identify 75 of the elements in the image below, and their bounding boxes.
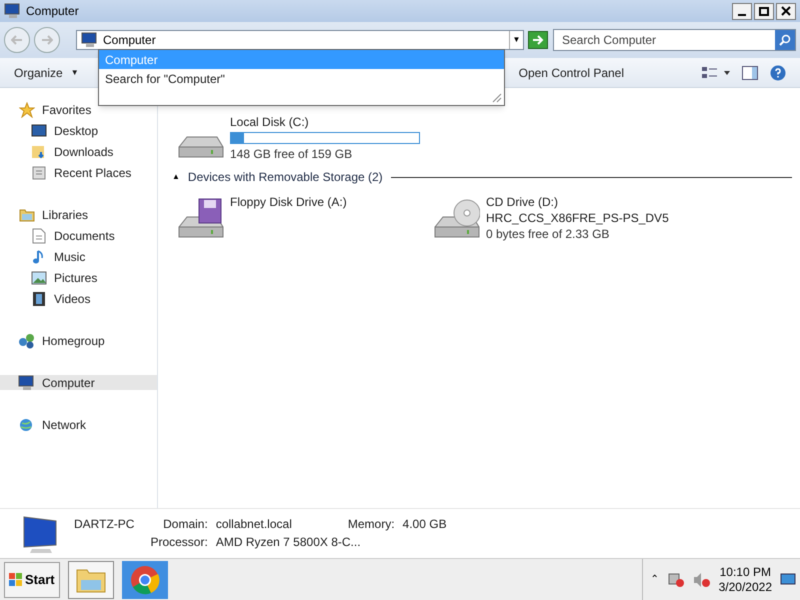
preview-pane-icon[interactable] (742, 66, 758, 80)
control-panel-button[interactable]: Open Control Panel (518, 64, 624, 82)
sidebar-item[interactable]: Documents (0, 228, 157, 243)
drive-label: HRC_CCS_X86FRE_PS-PS_DV5 (486, 210, 669, 226)
field-value: collabnet.local (216, 516, 293, 533)
close-button[interactable] (776, 2, 796, 20)
field-label: Domain: (162, 516, 208, 533)
cd-drive-icon (434, 199, 480, 238)
restore-icon (759, 6, 769, 16)
window-title: Computer (26, 3, 79, 20)
restore-button[interactable] (754, 2, 774, 20)
clock[interactable]: 10:10 PM 3/20/2022 (718, 564, 772, 594)
hard-drive-icon (178, 136, 224, 158)
sidebar-item[interactable]: Downloads (0, 144, 157, 159)
collapse-toggle[interactable]: ▲ (172, 171, 180, 183)
computer-icon (81, 32, 99, 48)
tray-toggle[interactable]: ⌃ (650, 572, 659, 587)
address-field[interactable]: Computer ▼ (76, 30, 524, 50)
search-icon[interactable] (775, 30, 795, 50)
organize-button[interactable]: Organize ▼ (14, 64, 79, 82)
music-note-icon (32, 248, 46, 264)
speaker-muted-icon[interactable] (692, 572, 711, 588)
recent-places-icon (31, 164, 47, 180)
free-space-text: 148 GB free of 159 GB (230, 146, 354, 162)
forward-arrow-icon (41, 35, 53, 45)
minimize-button[interactable] (732, 2, 752, 20)
computer-icon (4, 3, 22, 19)
sidebar-item[interactable]: Homegroup (0, 333, 157, 348)
suggestion-item[interactable]: Search for "Computer" (99, 69, 504, 88)
field-value: 4.00 GB (402, 516, 447, 533)
field-label: Processor: (150, 534, 208, 551)
taskbar-button[interactable] (122, 560, 168, 598)
sidebar-item[interactable]: Favorites (0, 102, 157, 117)
dropdown-arrow-button[interactable]: ▼ (509, 31, 523, 49)
browser-logo-icon (130, 564, 160, 594)
sidebar-item[interactable]: Recent Places (0, 165, 157, 180)
computer-icon (18, 374, 36, 390)
network-error-icon[interactable] (666, 572, 685, 588)
minimize-icon (738, 14, 746, 16)
film-icon (32, 290, 46, 306)
sidebar-item[interactable]: Libraries (0, 207, 157, 222)
drive-name[interactable]: Local Disk (C:) (230, 114, 420, 130)
back-arrow-icon (11, 35, 23, 45)
sidebar-item[interactable]: Computer (0, 375, 157, 390)
homegroup-icon (18, 332, 36, 348)
start-button[interactable]: Start (4, 562, 60, 598)
desktop-icon (31, 124, 47, 138)
field-value: AMD Ryzen 7 5800X 8-C... (216, 534, 362, 551)
search-field[interactable]: Search Computer (562, 31, 775, 49)
picture-icon (31, 270, 47, 284)
show-desktop-icon[interactable] (780, 572, 796, 586)
right-arrow-icon (532, 35, 544, 45)
sidebar-item[interactable]: Network (0, 417, 157, 432)
sidebar-item[interactable]: Videos (0, 291, 157, 306)
group-header[interactable]: Devices with Removable Storage (2) (188, 168, 383, 186)
computer-name: DARTZ-PC (74, 516, 136, 533)
folder-icon (19, 208, 35, 222)
help-icon[interactable] (770, 64, 786, 80)
windows-logo-icon (9, 572, 23, 586)
drive-name[interactable]: Floppy Disk Drive (A:) (230, 194, 347, 210)
drive-name[interactable]: CD Drive (D:) (486, 194, 669, 210)
floppy-drive-icon (178, 198, 224, 238)
field-label: Memory: (348, 516, 395, 533)
taskbar-button[interactable] (68, 560, 114, 598)
sidebar-item[interactable]: Music (0, 249, 157, 264)
search-box[interactable]: Search Computer (553, 29, 796, 51)
document-icon (32, 228, 46, 244)
sidebar-item[interactable]: Pictures (0, 270, 157, 285)
star-icon (19, 102, 35, 118)
close-icon (781, 6, 791, 16)
resize-grip-icon[interactable] (490, 91, 502, 103)
view-options-icon[interactable] (702, 66, 730, 80)
sidebar-item[interactable]: Desktop (0, 123, 157, 138)
go-button[interactable] (528, 31, 548, 49)
free-space-text: 0 bytes free of 2.33 GB (486, 226, 610, 242)
